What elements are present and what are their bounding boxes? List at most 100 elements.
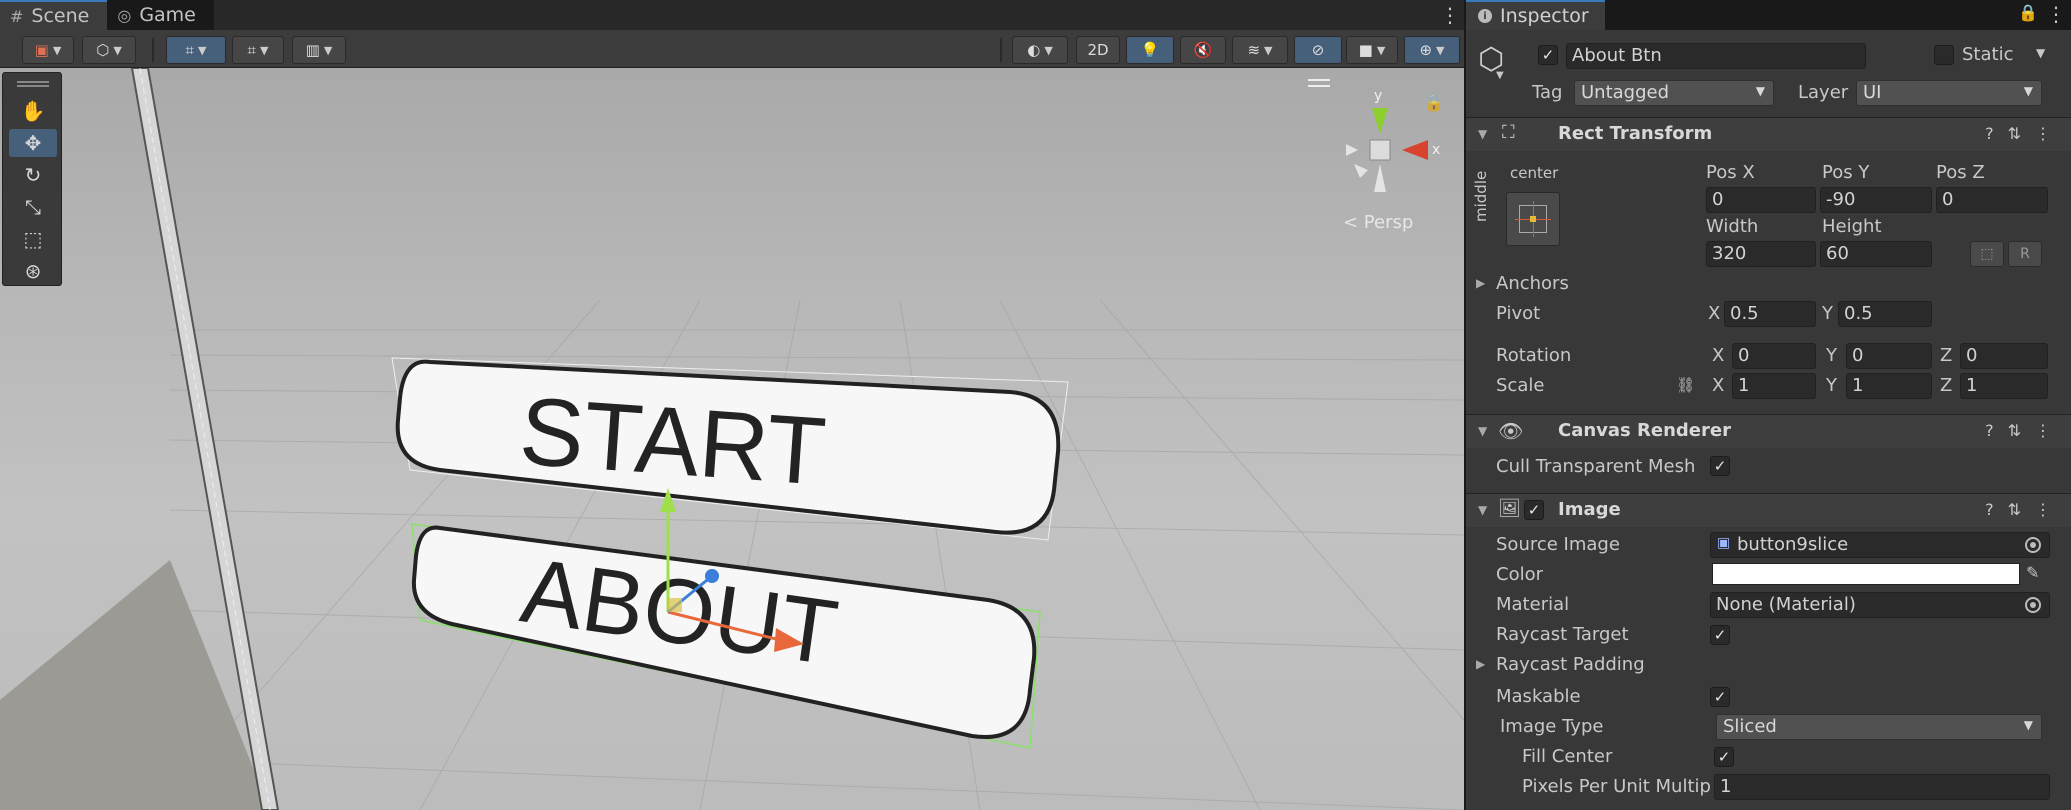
raycast-target-checkbox[interactable]: ✓ [1710, 625, 1730, 645]
help-icon[interactable]: ? [1985, 500, 1994, 519]
raw-edit-button[interactable]: R [2008, 241, 2042, 267]
eyedropper-icon[interactable]: ✎ [2026, 563, 2039, 582]
layer-dropdown[interactable]: UI ▼ [1856, 80, 2042, 106]
scene-canvas[interactable]: START ABOUT y x 🔒 [0, 68, 1464, 810]
eye-icon: 👁 [1498, 419, 1524, 443]
snap-icon: ⌗ [247, 41, 256, 59]
component-menu-icon[interactable]: ⋮ [2035, 124, 2051, 143]
anchors-foldout[interactable]: Anchors [1496, 273, 1569, 294]
grid-visibility-dropdown[interactable]: ▥ ▼ [292, 36, 346, 64]
image-type-dropdown[interactable]: Sliced ▼ [1716, 714, 2042, 740]
pos-z-field[interactable]: 0 [1936, 187, 2048, 213]
fill-center-checkbox[interactable]: ✓ [1714, 747, 1734, 767]
rotation-x-field[interactable]: 0 [1732, 343, 1816, 369]
scale-y-field[interactable]: 1 [1846, 373, 1932, 399]
presets-icon[interactable]: ⇅ [2008, 421, 2021, 440]
rect-transform-header[interactable]: ▼ ⛶ Rect Transform ? ⇅ ⋮ [1466, 117, 2071, 151]
about-button-object[interactable]: ABOUT [411, 523, 1041, 749]
pivot-x-field[interactable]: 0.5 [1724, 301, 1816, 327]
height-field[interactable]: 60 [1820, 241, 1932, 267]
tag-dropdown[interactable]: Untagged ▼ [1574, 80, 1774, 106]
rotation-z-field[interactable]: 0 [1960, 343, 2048, 369]
hidden-objects-toggle[interactable]: ⊘ [1294, 36, 1342, 64]
projection-label[interactable]: < Persp [1343, 212, 1413, 233]
rotation-y-field[interactable]: 0 [1846, 343, 1932, 369]
static-checkbox[interactable] [1934, 45, 1954, 65]
hand-tool[interactable]: ✋ [9, 97, 57, 125]
lighting-toggle[interactable]: 💡 [1126, 36, 1174, 64]
scene-viewport[interactable]: START ABOUT y x 🔒 < Persp [0, 68, 1464, 810]
icon-dropdown-caret[interactable]: ▼ [1496, 70, 1504, 81]
snap-increment-dropdown[interactable]: ⌗ ▼ [232, 36, 284, 64]
globe-icon: ⊕ [1419, 41, 1433, 59]
scale-tool[interactable]: ⤡ [9, 193, 57, 221]
static-dropdown-caret[interactable]: ▼ [2036, 46, 2045, 60]
scale-z-field[interactable]: 1 [1960, 373, 2048, 399]
tab-game-label: Game [139, 4, 196, 26]
pos-y-field[interactable]: -90 [1820, 187, 1932, 213]
image-component-header[interactable]: ▼ 🖼 ✓ Image ? ⇅ ⋮ [1466, 493, 2071, 527]
constrain-proportions-icon[interactable]: ⛓ [1676, 376, 1695, 394]
toggle-2d-button[interactable]: 2D [1076, 36, 1120, 64]
scene-menu-icon[interactable]: ⋮ [1440, 3, 1460, 27]
toolbar-divider [1000, 38, 1002, 62]
anchor-presets-button[interactable] [1506, 192, 1560, 246]
maskable-checkbox[interactable]: ✓ [1710, 687, 1730, 707]
raycast-padding-fold-icon[interactable]: ▶ [1476, 657, 1485, 671]
pivot-y-field[interactable]: 0.5 [1838, 301, 1932, 327]
object-picker-icon[interactable] [2025, 597, 2041, 613]
raycast-padding-foldout[interactable]: Raycast Padding [1496, 654, 1645, 675]
image-enabled-checkbox[interactable]: ✓ [1524, 500, 1544, 520]
draw-mode-dropdown[interactable]: ▣ ▼ [22, 36, 74, 64]
audio-toggle[interactable]: 🔇 [1180, 36, 1226, 64]
layers-icon: ≋ [1247, 41, 1261, 59]
color-swatch[interactable] [1712, 563, 2020, 585]
scale-x-field[interactable]: 1 [1732, 373, 1816, 399]
blueprint-mode-button[interactable]: ⬚ [1970, 241, 2004, 267]
inspector-menu-icon[interactable]: ⋮ [2046, 2, 2066, 26]
help-icon[interactable]: ? [1985, 124, 1994, 143]
ppu-multiplier-field[interactable]: 1 [1714, 774, 2050, 800]
rotate-tool[interactable]: ↻ [9, 161, 57, 189]
move-tool[interactable]: ✥ [9, 129, 57, 157]
start-button-object[interactable]: START [391, 357, 1069, 541]
gizmos-dropdown[interactable]: ⊕ ▼ [1404, 36, 1460, 64]
object-picker-icon[interactable] [2025, 537, 2041, 553]
width-field[interactable]: 320 [1706, 241, 1816, 267]
fold-arrow-icon[interactable]: ▼ [1478, 424, 1487, 438]
transform-tool[interactable]: ⊛ [9, 257, 57, 285]
inspector-panel: i Inspector 🔒 ⋮ ⬡ ▼ ✓ About Btn Static ▼… [1466, 0, 2071, 810]
component-menu-icon[interactable]: ⋮ [2035, 421, 2051, 440]
fold-arrow-icon[interactable]: ▼ [1478, 503, 1487, 517]
object-name-field[interactable]: About Btn [1566, 43, 1866, 69]
gizmo-lock-icon[interactable]: 🔒 [1424, 93, 1444, 112]
tab-scene[interactable]: # Scene [0, 0, 108, 30]
gizmo-center-cube[interactable] [1369, 139, 1391, 161]
rect-tool[interactable]: ⬚ [9, 225, 57, 253]
viewport-menu-icon[interactable] [1308, 79, 1330, 87]
presets-icon[interactable]: ⇅ [2008, 124, 2021, 143]
grid-snap-toggle[interactable]: ⌗ ▼ [166, 36, 226, 64]
presets-icon[interactable]: ⇅ [2008, 500, 2021, 519]
ppu-multiplier-label: Pixels Per Unit Multip [1522, 776, 1711, 797]
canvas-renderer-header[interactable]: ▼ 👁 Canvas Renderer ? ⇅ ⋮ [1466, 414, 2071, 448]
material-field[interactable]: None (Material) [1710, 592, 2050, 618]
shading-dropdown[interactable]: ⬡ ▼ [82, 36, 136, 64]
tab-inspector[interactable]: i Inspector [1466, 0, 1605, 30]
active-checkbox[interactable]: ✓ [1538, 45, 1558, 65]
effects-dropdown[interactable]: ≋ ▼ [1232, 36, 1288, 64]
camera-dropdown[interactable]: ■ ▼ [1346, 36, 1398, 64]
component-menu-icon[interactable]: ⋮ [2035, 500, 2051, 519]
fold-arrow-icon[interactable]: ▼ [1478, 127, 1487, 141]
gizmo-y-label: y [1374, 88, 1382, 104]
help-icon[interactable]: ? [1985, 421, 1994, 440]
tab-game[interactable]: ◎ Game [107, 0, 214, 30]
lock-icon[interactable]: 🔒 [2018, 3, 2038, 22]
pos-x-field[interactable]: 0 [1706, 187, 1816, 213]
grid-lines-icon: ▥ [305, 41, 320, 59]
anchors-fold-icon[interactable]: ▶ [1476, 276, 1485, 290]
cull-transparent-mesh-checkbox[interactable]: ✓ [1710, 456, 1730, 476]
render-mode-dropdown[interactable]: ◐ ▼ [1012, 36, 1068, 64]
source-image-field[interactable]: ▣ button9slice [1710, 532, 2050, 558]
palette-grip[interactable] [17, 81, 49, 87]
